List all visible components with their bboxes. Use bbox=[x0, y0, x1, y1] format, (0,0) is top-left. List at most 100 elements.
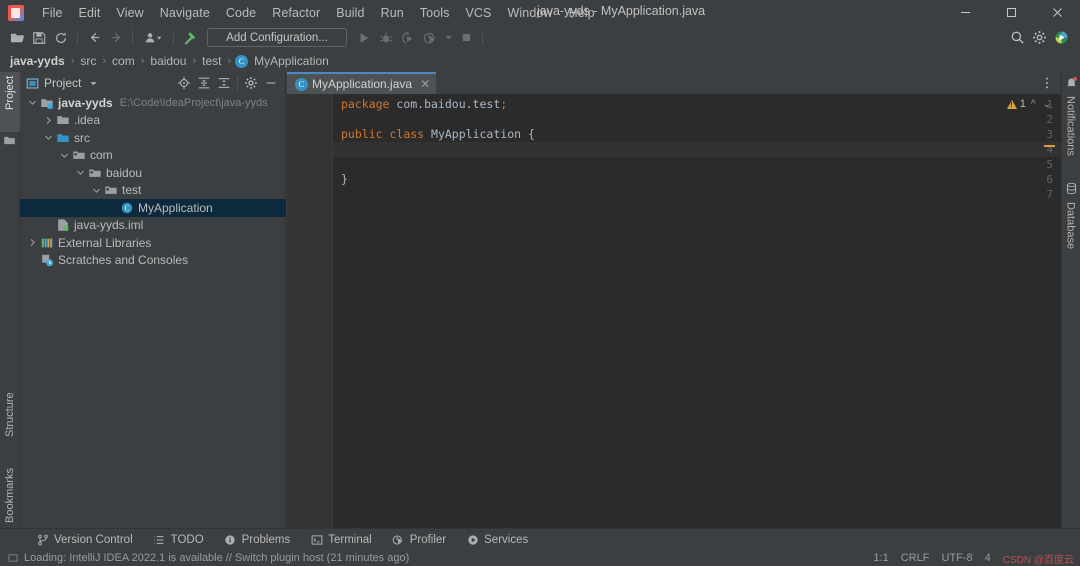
file-encoding[interactable]: UTF-8 bbox=[941, 552, 972, 564]
gear-icon[interactable] bbox=[1028, 27, 1050, 48]
ide-badge-icon[interactable] bbox=[1050, 27, 1072, 48]
warning-marker-stripe[interactable] bbox=[1044, 145, 1055, 147]
bottom-tab-services[interactable]: Services bbox=[458, 531, 536, 548]
chevron-down-icon[interactable] bbox=[74, 166, 87, 179]
debug-icon[interactable] bbox=[375, 27, 397, 48]
minimize-icon[interactable] bbox=[261, 73, 281, 93]
tree-node-src[interactable]: src bbox=[20, 129, 286, 147]
menu-item-build[interactable]: Build bbox=[328, 3, 372, 23]
chevron-down-icon[interactable] bbox=[26, 96, 39, 109]
indent-size[interactable]: 4 bbox=[985, 552, 991, 564]
chevron-right-icon[interactable] bbox=[26, 236, 39, 249]
bottom-tab-version-control[interactable]: Version Control bbox=[28, 531, 141, 548]
menu-item-refactor[interactable]: Refactor bbox=[264, 3, 328, 23]
stop-icon[interactable] bbox=[455, 27, 477, 48]
tree-node--idea[interactable]: .idea bbox=[20, 112, 286, 130]
tree-node-test[interactable]: test bbox=[20, 182, 286, 200]
arrow-right-icon[interactable] bbox=[105, 27, 127, 48]
chevron-down-icon[interactable]: ⌄ bbox=[1041, 99, 1053, 110]
tree-node-label: test bbox=[122, 183, 142, 198]
bottom-tab-problems[interactable]: Problems bbox=[216, 531, 299, 548]
tree-node-label: .idea bbox=[74, 113, 101, 128]
breadcrumb-item-java-yyds[interactable]: java-yyds bbox=[8, 54, 67, 68]
breadcrumb-item-myapplication[interactable]: MyApplication bbox=[252, 54, 331, 68]
chevron-down-icon[interactable] bbox=[58, 149, 71, 162]
bottom-tab-todo[interactable]: TODO bbox=[145, 531, 212, 548]
caret-position[interactable]: 1:1 bbox=[873, 552, 888, 564]
sidebar-tab-structure[interactable]: Structure bbox=[0, 388, 20, 460]
chevron-right-icon[interactable] bbox=[42, 114, 55, 127]
close-icon[interactable]: ✕ bbox=[420, 77, 430, 91]
close-button[interactable] bbox=[1034, 0, 1080, 25]
chevron-down-icon[interactable] bbox=[42, 131, 55, 144]
branch-icon bbox=[36, 533, 49, 546]
breadcrumb-item-com[interactable]: com bbox=[110, 54, 137, 68]
sidebar-tab-notifications[interactable]: Notifications bbox=[1061, 92, 1080, 178]
sidebar-tab-project[interactable]: Project bbox=[0, 72, 20, 132]
menu-bar: File Edit View Navigate Code Refactor Build Run… bbox=[0, 0, 1080, 25]
minimize-button[interactable] bbox=[942, 0, 988, 25]
menu-item-code[interactable]: Code bbox=[218, 3, 264, 23]
breadcrumb-separator: › bbox=[227, 55, 232, 67]
arrow-left-icon[interactable] bbox=[83, 27, 105, 48]
tree-node-java-yyds[interactable]: java-yyds E:\Code\IdeaProject\java-yyds bbox=[20, 94, 286, 112]
tree-node-external-libraries[interactable]: External Libraries bbox=[20, 234, 286, 252]
editor-gutter[interactable] bbox=[287, 94, 333, 544]
sync-icon[interactable] bbox=[50, 27, 72, 48]
collapse-all-icon[interactable] bbox=[214, 73, 234, 93]
folder-open-icon[interactable] bbox=[6, 27, 28, 48]
search-icon[interactable] bbox=[1006, 27, 1028, 48]
editor-area: C MyApplication.java ✕ 1234567 package c… bbox=[287, 72, 1061, 544]
services-icon bbox=[466, 533, 479, 546]
code-editor[interactable]: 1234567 package com.baidou.test; public c… bbox=[287, 94, 1061, 544]
menu-item-vcs[interactable]: VCS bbox=[457, 3, 499, 23]
more-options-icon[interactable] bbox=[1037, 73, 1057, 93]
window-controls bbox=[942, 0, 1080, 25]
hammer-icon[interactable] bbox=[179, 27, 201, 48]
tree-node-scratches-and-consoles[interactable]: Scratches and Consoles bbox=[20, 252, 286, 270]
run-icon[interactable] bbox=[353, 27, 375, 48]
maximize-button[interactable] bbox=[988, 0, 1034, 25]
gear-icon[interactable] bbox=[241, 73, 261, 93]
menu-item-navigate[interactable]: Navigate bbox=[152, 3, 218, 23]
line-separator[interactable]: CRLF bbox=[901, 552, 930, 564]
tree-node-baidou[interactable]: baidou bbox=[20, 164, 286, 182]
chevron-up-icon[interactable]: ^ bbox=[1029, 99, 1038, 110]
breadcrumb-items: java-yyds › src › com › baidou › test › C MyApplica… bbox=[8, 54, 331, 68]
svg-text:C: C bbox=[124, 204, 129, 212]
menu-item-file[interactable]: File bbox=[34, 3, 71, 23]
editor-tab-myapplication[interactable]: C MyApplication.java ✕ bbox=[287, 72, 437, 94]
tree-node-java-yyds-iml[interactable]: java-yyds.iml bbox=[20, 217, 286, 235]
tree-node-myapplication[interactable]: C MyApplication bbox=[20, 199, 286, 217]
chevron-down-icon[interactable] bbox=[90, 184, 103, 197]
sidebar-tab-database[interactable]: Database bbox=[1061, 198, 1080, 264]
tree-node-label: External Libraries bbox=[58, 235, 152, 250]
breadcrumb-item-baidou[interactable]: baidou bbox=[148, 54, 188, 68]
status-message-group[interactable]: Loading: IntelliJ IDEA 2022.1 is availab… bbox=[8, 552, 409, 564]
chevron-down-icon[interactable] bbox=[441, 27, 455, 48]
code-token: public bbox=[341, 127, 383, 141]
profile-run-icon[interactable] bbox=[419, 27, 441, 48]
breadcrumb-item-test[interactable]: test bbox=[200, 54, 223, 68]
bottom-tab-terminal[interactable]: Terminal bbox=[302, 531, 379, 548]
project-panel-actions bbox=[174, 72, 281, 94]
chevron-down-icon[interactable] bbox=[89, 79, 98, 88]
user-dropdown-icon[interactable] bbox=[138, 27, 168, 48]
menu-item-view[interactable]: View bbox=[109, 3, 152, 23]
run-configuration-selector[interactable]: Add Configuration... bbox=[207, 28, 347, 47]
expand-all-icon[interactable] bbox=[194, 73, 214, 93]
breadcrumb-item-src[interactable]: src bbox=[78, 54, 98, 68]
sidebar-tab-database-label: Database bbox=[1064, 202, 1077, 250]
menu-item-run[interactable]: Run bbox=[373, 3, 412, 23]
menu-item-tools[interactable]: Tools bbox=[412, 3, 458, 23]
inspection-widget[interactable]: 1 ^ ⌄ bbox=[1006, 98, 1053, 110]
tree-node-com[interactable]: com bbox=[20, 147, 286, 165]
run-with-coverage-icon[interactable] bbox=[397, 27, 419, 48]
save-icon[interactable] bbox=[28, 27, 50, 48]
menu-item-edit[interactable]: Edit bbox=[71, 3, 109, 23]
bottom-tab-profiler[interactable]: Profiler bbox=[384, 531, 454, 548]
database-icon bbox=[1065, 182, 1078, 195]
crosshair-icon[interactable] bbox=[174, 73, 194, 93]
app-logo-icon bbox=[8, 4, 24, 21]
sidebar-tab-notifications-label: Notifications bbox=[1064, 96, 1077, 156]
